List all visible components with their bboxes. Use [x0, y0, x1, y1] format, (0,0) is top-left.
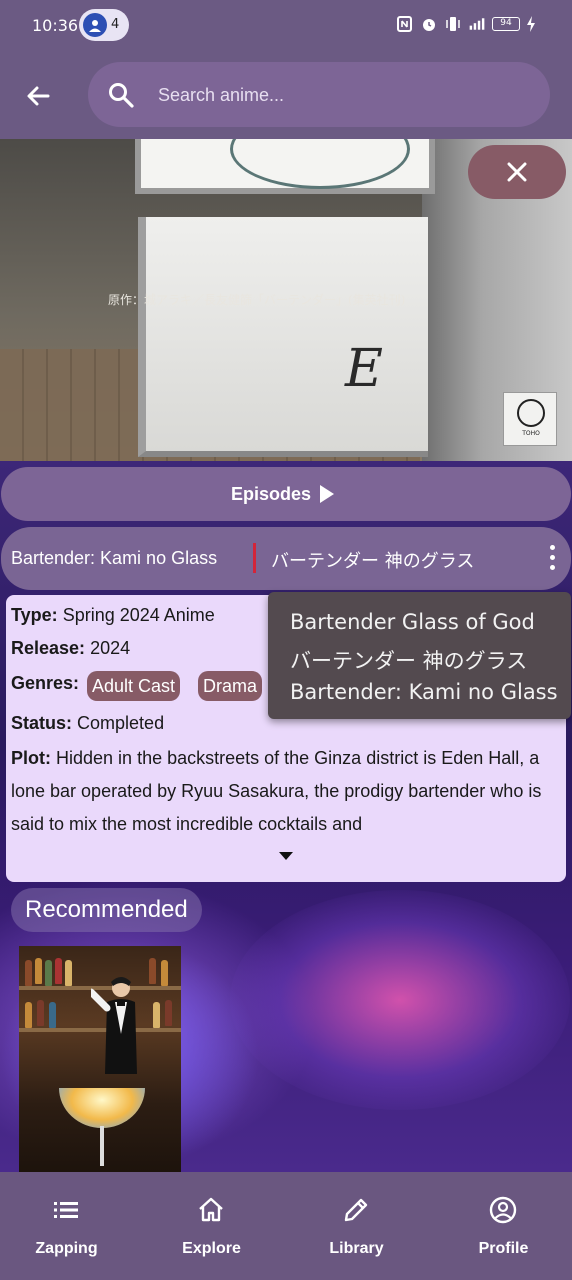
status-label: Status:: [11, 713, 73, 733]
genre-tag[interactable]: Drama: [198, 671, 263, 701]
tv-network-logo: TOHO: [503, 392, 557, 446]
genre-tag[interactable]: Adult Cast: [87, 671, 181, 701]
episodes-label: Episodes: [231, 484, 312, 504]
video-sign-letter: E: [345, 339, 383, 399]
nav-profile[interactable]: Profile: [432, 1172, 572, 1280]
battery-icon: 94: [492, 17, 520, 31]
system-icons: 94: [396, 16, 536, 32]
status-bar: 10:36 4 94: [0, 0, 572, 50]
popup-title-item[interactable]: Bartender: Kami no Glass: [290, 680, 558, 704]
popup-title-item[interactable]: バーテンダー 神のグラス: [290, 645, 527, 675]
release-label: Release:: [11, 638, 86, 658]
bartender-figure: [91, 977, 137, 1074]
hotspot-icon: [83, 13, 107, 37]
type-value: Spring 2024 Anime: [62, 605, 215, 625]
search-bar[interactable]: [88, 62, 550, 127]
pencil-icon: [344, 1198, 368, 1222]
plot-text: Plot: Hidden in the backstreets of the G…: [11, 742, 559, 841]
title-bar: Bartender: Kami no Glass バーテンダー 神のグラス: [1, 527, 571, 590]
genres-label: Genres:: [11, 673, 80, 693]
nav-label: Explore: [182, 1240, 241, 1257]
video-sign-box: [138, 217, 428, 457]
notification-pill[interactable]: 4: [79, 9, 129, 41]
nav-label: Library: [329, 1240, 384, 1257]
episodes-button[interactable]: Episodes: [1, 467, 571, 521]
cocktail-glass: [59, 1088, 145, 1128]
expand-arrow-icon[interactable]: [279, 852, 293, 860]
recommended-anime-card[interactable]: [19, 946, 181, 1172]
recommended-heading: Recommended: [11, 888, 202, 932]
vibrate-icon: [446, 17, 460, 31]
alternative-titles-popup: Bartender Glass of God バーテンダー 神のグラス Bart…: [268, 592, 571, 719]
popup-title-item[interactable]: Bartender Glass of God: [290, 610, 535, 634]
account-circle-icon: [489, 1196, 517, 1224]
close-icon: [507, 162, 527, 182]
genres-label-row: Genres:: [11, 673, 79, 694]
alarm-icon: [423, 19, 435, 31]
nav-label: Profile: [478, 1240, 529, 1257]
plot-label: Plot:: [11, 748, 51, 768]
back-arrow-icon[interactable]: [22, 80, 54, 112]
notification-count: 4: [111, 17, 120, 32]
video-player[interactable]: E 原作：城アラキ／長友健篩「バーテンダー」(集英社刊) TOHO: [0, 139, 572, 461]
background-glow: [230, 890, 570, 1110]
play-icon: [320, 485, 334, 503]
type-row: Type: Spring 2024 Anime: [11, 605, 215, 626]
search-input[interactable]: [158, 80, 528, 110]
nfc-icon: [397, 16, 412, 32]
title-divider: [253, 543, 256, 573]
title-english: Bartender: Kami no Glass: [11, 548, 218, 568]
status-row: Status: Completed: [11, 713, 164, 734]
home-icon: [199, 1197, 223, 1222]
release-row: Release: 2024: [11, 638, 130, 659]
charging-icon: [527, 16, 535, 32]
more-vert-icon[interactable]: [541, 543, 563, 573]
list-icon: [54, 1202, 78, 1218]
type-label: Type:: [11, 605, 58, 625]
plot-value: Hidden in the backstreets of the Ginza d…: [11, 748, 542, 834]
clock: 10:36: [32, 16, 79, 35]
title-japanese: バーテンダー 神のグラス: [271, 551, 475, 572]
nav-zapping[interactable]: Zapping: [0, 1172, 138, 1280]
app-bar: [0, 50, 572, 139]
video-credit-text: 原作：城アラキ／長友健篩「バーテンダー」(集英社刊): [108, 293, 406, 307]
search-icon: [109, 83, 134, 108]
nav-label: Zapping: [35, 1240, 98, 1257]
nav-library[interactable]: Library: [285, 1172, 428, 1280]
cocktail-glass-stem: [100, 1126, 104, 1166]
nav-explore[interactable]: Explore: [140, 1172, 283, 1280]
bottom-navigation: Zapping Explore Library Profile: [0, 1172, 572, 1280]
release-value: 2024: [90, 638, 131, 658]
close-video-button[interactable]: [468, 145, 566, 199]
signal-icon: [469, 18, 485, 30]
status-value: Completed: [77, 713, 165, 733]
